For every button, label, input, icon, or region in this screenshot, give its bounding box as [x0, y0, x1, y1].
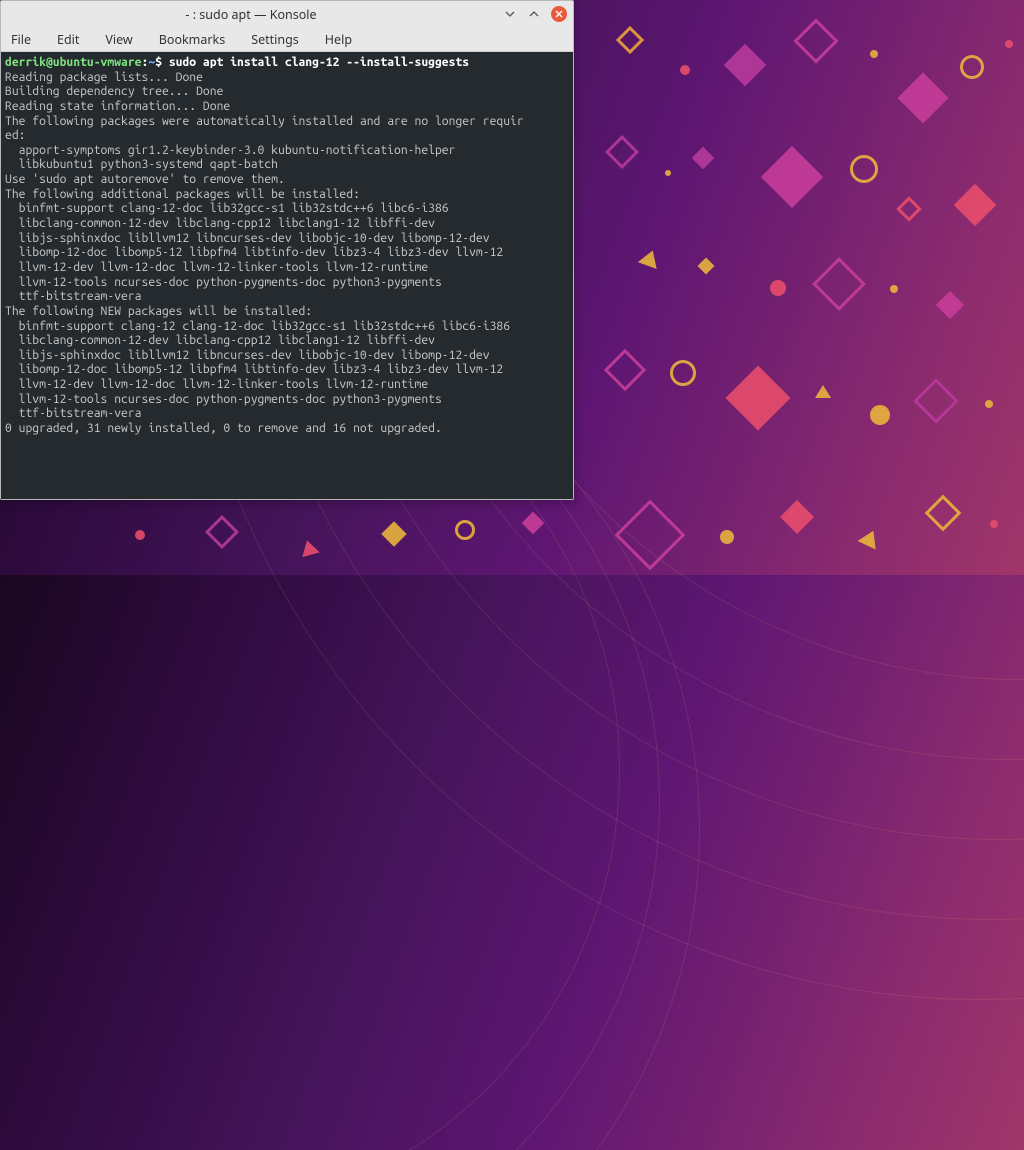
terminal-output: libjs-sphinxdoc libllvm12 libncurses-dev… — [5, 349, 567, 364]
terminal-output: libclang-common-12-dev libclang-cpp12 li… — [5, 334, 567, 349]
terminal-output: Use 'sudo apt autoremove' to remove them… — [5, 173, 567, 188]
menubar: File Edit View Bookmarks Settings Help — [1, 27, 573, 52]
terminal-output: ed: — [5, 129, 567, 144]
terminal-output: 0 upgraded, 31 newly installed, 0 to rem… — [5, 422, 567, 437]
terminal-output: libjs-sphinxdoc libllvm12 libncurses-dev… — [5, 232, 567, 247]
terminal-output: libomp-12-doc libomp5-12 libpfm4 libtinf… — [5, 246, 567, 261]
terminal-output: libkubuntu1 python3-systemd qapt-batch — [5, 158, 567, 173]
close-button[interactable] — [551, 6, 567, 22]
prompt-user-host: derrik@ubuntu-vmware — [5, 56, 142, 69]
menu-view[interactable]: View — [101, 29, 136, 50]
terminal-output: The following additional packages will b… — [5, 188, 567, 203]
terminal-output: llvm-12-dev llvm-12-doc llvm-12-linker-t… — [5, 261, 567, 276]
terminal-output: libclang-common-12-dev libclang-cpp12 li… — [5, 217, 567, 232]
terminal-output: ttf-bitstream-vera — [5, 290, 567, 305]
menu-help[interactable]: Help — [321, 29, 356, 50]
terminal-output: apport-symptoms gir1.2-keybinder-3.0 kub… — [5, 144, 567, 159]
terminal-output: llvm-12-tools ncurses-doc python-pygment… — [5, 393, 567, 408]
terminal-output: ttf-bitstream-vera — [5, 407, 567, 422]
terminal-output: Reading state information... Done — [5, 100, 567, 115]
terminal-output: The following NEW packages will be insta… — [5, 305, 567, 320]
terminal-area[interactable]: derrik@ubuntu-vmware:~$ sudo apt install… — [1, 52, 573, 499]
terminal-output: binfmt-support clang-12 clang-12-doc lib… — [5, 320, 567, 335]
terminal-output: libomp-12-doc libomp5-12 libpfm4 libtinf… — [5, 363, 567, 378]
titlebar[interactable]: - : sudo apt — Konsole — [1, 1, 573, 27]
konsole-window: - : sudo apt — Konsole File Edit View Bo… — [0, 0, 574, 500]
expand-icon[interactable] — [527, 7, 541, 21]
prompt-command: sudo apt install clang-12 --install-sugg… — [169, 56, 469, 69]
terminal-output: Reading package lists... Done — [5, 71, 567, 86]
terminal-output: Building dependency tree... Done — [5, 85, 567, 100]
prompt-line: derrik@ubuntu-vmware:~$ sudo apt install… — [5, 56, 567, 71]
menu-bookmarks[interactable]: Bookmarks — [155, 29, 229, 50]
menu-settings[interactable]: Settings — [247, 29, 303, 50]
maximize-icon[interactable] — [503, 7, 517, 21]
menu-edit[interactable]: Edit — [53, 29, 83, 50]
terminal-output: llvm-12-dev llvm-12-doc llvm-12-linker-t… — [5, 378, 567, 393]
terminal-output: llvm-12-tools ncurses-doc python-pygment… — [5, 276, 567, 291]
terminal-output: The following packages were automaticall… — [5, 115, 567, 130]
terminal-output: binfmt-support clang-12-doc lib32gcc-s1 … — [5, 202, 567, 217]
window-title: - : sudo apt — Konsole — [7, 6, 495, 23]
menu-file[interactable]: File — [7, 29, 35, 50]
